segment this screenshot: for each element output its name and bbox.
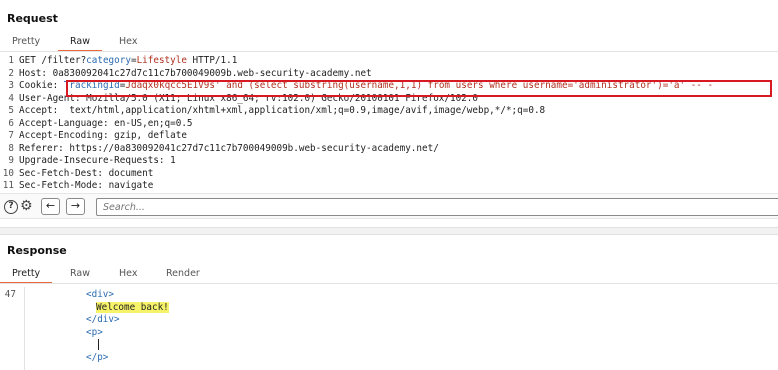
request-line: 6 Accept-Language: en-US,en;q=0.5 bbox=[0, 118, 778, 130]
line-text: Accept-Language: en-US,en;q=0.5 bbox=[19, 117, 193, 129]
request-tab-divider bbox=[0, 51, 778, 52]
request-title: Request bbox=[7, 12, 58, 25]
forward-button[interactable]: → bbox=[66, 198, 85, 215]
request-editor[interactable]: 1 GET /filter?category=Lifestyle HTTP/1.… bbox=[0, 55, 778, 190]
line-number: 6 bbox=[8, 117, 14, 129]
help-icon[interactable]: ? bbox=[4, 200, 18, 214]
line-number: 2 bbox=[8, 67, 14, 79]
tab-response-hex[interactable]: Hex bbox=[119, 268, 137, 279]
request-line: 10 Sec-Fetch-Dest: document bbox=[0, 168, 778, 180]
line-text: <div> bbox=[86, 289, 114, 300]
line-text: </p> bbox=[86, 351, 109, 363]
line-text: Accept: text/html,application/xhtml+xml,… bbox=[19, 105, 546, 116]
request-line: 11 Sec-Fetch-Mode: navigate bbox=[0, 180, 778, 190]
line-text: GET /filter?category=Lifestyle HTTP/1.1 bbox=[19, 55, 238, 66]
line-text: </div> bbox=[86, 314, 120, 325]
response-line: </div> bbox=[0, 314, 778, 327]
request-line: 9 Upgrade-Insecure-Requests: 1 bbox=[0, 155, 778, 167]
welcome-text: Welcome back! bbox=[96, 301, 169, 313]
line-number: 7 bbox=[8, 130, 14, 141]
request-search-bar: ? ⚙ ← → bbox=[0, 193, 778, 219]
response-line bbox=[0, 339, 778, 352]
line-number: 11 bbox=[2, 180, 14, 190]
line-number: 47 bbox=[4, 289, 16, 300]
text-cursor bbox=[98, 339, 99, 350]
request-line: 2 Host: 0a830092041c27d7c11c7b700049009b… bbox=[0, 68, 778, 80]
line-text: Accept-Encoding: gzip, deflate bbox=[19, 130, 187, 141]
response-line: Welcome back! bbox=[0, 301, 778, 315]
back-button[interactable]: ← bbox=[41, 198, 60, 215]
pane-divider[interactable] bbox=[0, 227, 778, 235]
line-number: 8 bbox=[8, 142, 14, 154]
response-line: <p> bbox=[0, 327, 778, 340]
line-text: Referer: https://0a830092041c27d7c11c7b7… bbox=[19, 142, 439, 154]
gear-icon[interactable]: ⚙ bbox=[20, 199, 33, 214]
response-line: 47 <div> bbox=[0, 289, 778, 302]
tab-request-pretty[interactable]: Pretty bbox=[12, 36, 40, 47]
line-text: Sec-Fetch-Mode: navigate bbox=[19, 180, 154, 190]
line-number: 3 bbox=[8, 80, 14, 91]
tab-request-hex[interactable]: Hex bbox=[119, 36, 137, 47]
tab-request-raw[interactable]: Raw bbox=[58, 36, 102, 52]
line-text: Host: 0a830092041c27d7c11c7b700049009b.w… bbox=[19, 67, 372, 79]
highlight-box bbox=[66, 80, 772, 97]
response-title: Response bbox=[7, 244, 67, 257]
line-number: 10 bbox=[2, 167, 14, 179]
line-number: 5 bbox=[8, 105, 14, 116]
request-line: 5 Accept: text/html,application/xhtml+xm… bbox=[0, 105, 778, 117]
search-input[interactable] bbox=[96, 198, 778, 216]
line-number: 9 bbox=[8, 155, 14, 166]
response-viewer[interactable]: 47 <div> Welcome back! </div> <p> </p> bbox=[0, 289, 778, 370]
request-line: 8 Referer: https://0a830092041c27d7c11c7… bbox=[0, 143, 778, 155]
response-tab-divider bbox=[0, 283, 778, 284]
tab-response-pretty[interactable]: Pretty bbox=[0, 268, 53, 284]
line-number: 1 bbox=[8, 55, 14, 66]
line-number: 4 bbox=[8, 92, 14, 104]
request-line: 7 Accept-Encoding: gzip, deflate bbox=[0, 130, 778, 142]
tab-response-raw[interactable]: Raw bbox=[70, 268, 90, 279]
line-text: <p> bbox=[86, 326, 103, 338]
line-text: Sec-Fetch-Dest: document bbox=[19, 167, 154, 179]
line-text: Upgrade-Insecure-Requests: 1 bbox=[19, 155, 176, 166]
tab-response-render[interactable]: Render bbox=[166, 268, 200, 279]
response-line: </p> bbox=[0, 352, 778, 365]
request-line: 1 GET /filter?category=Lifestyle HTTP/1.… bbox=[0, 55, 778, 67]
